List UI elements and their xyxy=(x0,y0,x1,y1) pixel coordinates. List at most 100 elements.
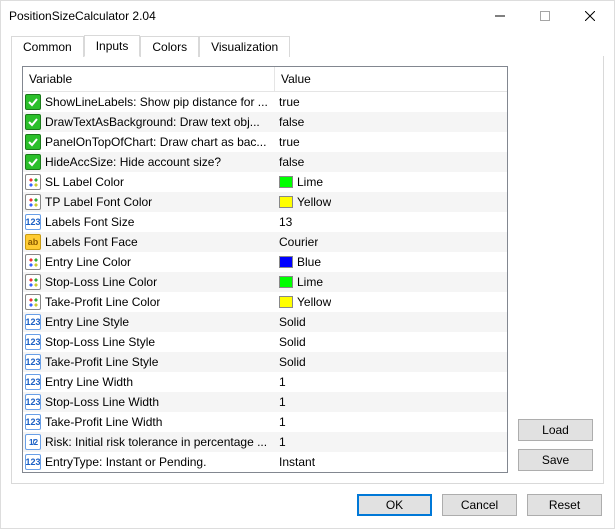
value-cell[interactable]: Solid xyxy=(275,312,507,332)
table-row[interactable]: DrawTextAsBackground: Draw text obj...fa… xyxy=(23,112,507,132)
variable-cell[interactable]: SL Label Color xyxy=(23,172,275,192)
number-icon: 123 xyxy=(25,334,41,350)
variable-label: PanelOnTopOfChart: Draw chart as bac... xyxy=(45,135,266,149)
value-cell[interactable]: true xyxy=(275,132,507,152)
value-cell[interactable]: Lime xyxy=(275,172,507,192)
variable-cell[interactable]: 123Labels Font Size xyxy=(23,212,275,232)
table-row[interactable]: ShowLineLabels: Show pip distance for ..… xyxy=(23,92,507,112)
load-button[interactable]: Load xyxy=(518,419,593,441)
value-label: 1 xyxy=(279,375,286,389)
variable-label: Take-Profit Line Style xyxy=(45,355,158,369)
value-cell[interactable]: 1 xyxy=(275,432,507,452)
table-row[interactable]: 123 EntryType: Instant or Pending. Instant xyxy=(23,452,507,472)
ok-button[interactable]: OK xyxy=(357,494,432,516)
bool-icon xyxy=(25,94,41,110)
value-cell[interactable]: Blue xyxy=(275,252,507,272)
variable-label: HideAccSize: Hide account size? xyxy=(45,155,221,169)
table-row[interactable]: 123Labels Font Size13 xyxy=(23,212,507,232)
variable-cell[interactable]: PanelOnTopOfChart: Draw chart as bac... xyxy=(23,132,275,152)
color-swatch xyxy=(279,256,293,268)
color-swatch xyxy=(279,276,293,288)
variable-cell[interactable]: 1/2Risk: Initial risk tolerance in perce… xyxy=(23,432,275,452)
variable-cell[interactable]: 123 Take-Profit Line Style xyxy=(23,352,275,372)
table-row[interactable]: PanelOnTopOfChart: Draw chart as bac... t… xyxy=(23,132,507,152)
cancel-button[interactable]: Cancel xyxy=(442,494,517,516)
variable-cell[interactable]: ShowLineLabels: Show pip distance for ..… xyxy=(23,92,275,112)
value-cell[interactable]: Yellow xyxy=(275,292,507,312)
table-row[interactable]: TP Label Font Color Yellow xyxy=(23,192,507,212)
value-label: Lime xyxy=(297,175,323,189)
variable-cell[interactable]: DrawTextAsBackground: Draw text obj... xyxy=(23,112,275,132)
variable-cell[interactable]: abLabels Font Face xyxy=(23,232,275,252)
table-row[interactable]: 123Stop-Loss Line Width1 xyxy=(23,392,507,412)
value-label: Yellow xyxy=(297,195,331,209)
reset-button[interactable]: Reset xyxy=(527,494,602,516)
value-cell[interactable]: false xyxy=(275,152,507,172)
table-row[interactable]: 123Entry Line StyleSolid xyxy=(23,312,507,332)
value-label: true xyxy=(279,95,300,109)
variable-cell[interactable]: Entry Line Color xyxy=(23,252,275,272)
number-icon: 123 xyxy=(25,374,41,390)
variable-cell[interactable]: Stop-Loss Line Color xyxy=(23,272,275,292)
variable-cell[interactable]: TP Label Font Color xyxy=(23,192,275,212)
table-row[interactable]: SL Label Color Lime xyxy=(23,172,507,192)
variable-label: ShowLineLabels: Show pip distance for ..… xyxy=(45,95,268,109)
variable-label: Entry Line Style xyxy=(45,315,129,329)
value-cell[interactable]: Instant xyxy=(275,452,507,472)
number-icon: 123 xyxy=(25,454,41,470)
table-row[interactable]: 123 Take-Profit Line Style Solid xyxy=(23,352,507,372)
variable-cell[interactable]: Take-Profit Line Color xyxy=(23,292,275,312)
value-cell[interactable]: false xyxy=(275,112,507,132)
title-bar: PositionSizeCalculator 2.04 xyxy=(1,1,614,30)
value-cell[interactable]: Courier xyxy=(275,232,507,252)
value-cell[interactable]: Solid xyxy=(275,352,507,372)
table-row[interactable]: 123Entry Line Width 1 xyxy=(23,372,507,392)
value-label: Yellow xyxy=(297,295,331,309)
header-value[interactable]: Value xyxy=(275,67,507,91)
table-row[interactable]: HideAccSize: Hide account size? false xyxy=(23,152,507,172)
variable-label: EntryType: Instant or Pending. xyxy=(45,455,206,469)
tab-visualization[interactable]: Visualization xyxy=(199,36,290,57)
variable-cell[interactable]: 123 EntryType: Instant or Pending. xyxy=(23,452,275,472)
value-cell[interactable]: 1 xyxy=(275,372,507,392)
tab-colors[interactable]: Colors xyxy=(140,36,199,57)
value-cell[interactable]: 1 xyxy=(275,392,507,412)
save-button[interactable]: Save xyxy=(518,449,593,471)
variable-cell[interactable]: 123Entry Line Style xyxy=(23,312,275,332)
number-icon: 123 xyxy=(25,354,41,370)
table-row[interactable]: abLabels Font Face Courier xyxy=(23,232,507,252)
table-row[interactable]: 1/2Risk: Initial risk tolerance in perce… xyxy=(23,432,507,452)
variable-cell[interactable]: 123Stop-Loss Line Width xyxy=(23,392,275,412)
variable-cell[interactable]: 123Entry Line Width xyxy=(23,372,275,392)
variable-cell[interactable]: 123Take-Profit Line Width xyxy=(23,412,275,432)
header-variable[interactable]: Variable xyxy=(23,67,275,91)
value-cell[interactable]: Yellow xyxy=(275,192,507,212)
variable-cell[interactable]: 123Stop-Loss Line Style xyxy=(23,332,275,352)
table-row[interactable]: 123Take-Profit Line Width1 xyxy=(23,412,507,432)
tab-inputs[interactable]: Inputs xyxy=(84,35,141,57)
value-cell[interactable]: 1 xyxy=(275,412,507,432)
inputs-grid[interactable]: Variable Value ShowLineLabels: Show pip … xyxy=(22,66,508,473)
value-label: Instant xyxy=(279,455,315,469)
value-cell[interactable]: 13 xyxy=(275,212,507,232)
close-button[interactable] xyxy=(567,2,612,30)
value-label: 1 xyxy=(279,435,286,449)
value-cell[interactable]: Lime xyxy=(275,272,507,292)
value-cell[interactable]: Solid xyxy=(275,332,507,352)
color-swatch xyxy=(279,196,293,208)
value-label: Courier xyxy=(279,235,318,249)
value-label: Solid xyxy=(279,355,306,369)
value-cell[interactable]: true xyxy=(275,92,507,112)
value-label: true xyxy=(279,135,300,149)
color-swatch xyxy=(279,176,293,188)
tab-common[interactable]: Common xyxy=(11,36,84,57)
table-row[interactable]: Stop-Loss Line ColorLime xyxy=(23,272,507,292)
table-row[interactable]: Take-Profit Line Color Yellow xyxy=(23,292,507,312)
variable-cell[interactable]: HideAccSize: Hide account size? xyxy=(23,152,275,172)
table-row[interactable]: Entry Line ColorBlue xyxy=(23,252,507,272)
bool-icon xyxy=(25,114,41,130)
table-row[interactable]: 123Stop-Loss Line StyleSolid xyxy=(23,332,507,352)
variable-label: Labels Font Face xyxy=(45,235,138,249)
minimize-button[interactable] xyxy=(477,2,522,30)
color-icon xyxy=(25,294,41,310)
